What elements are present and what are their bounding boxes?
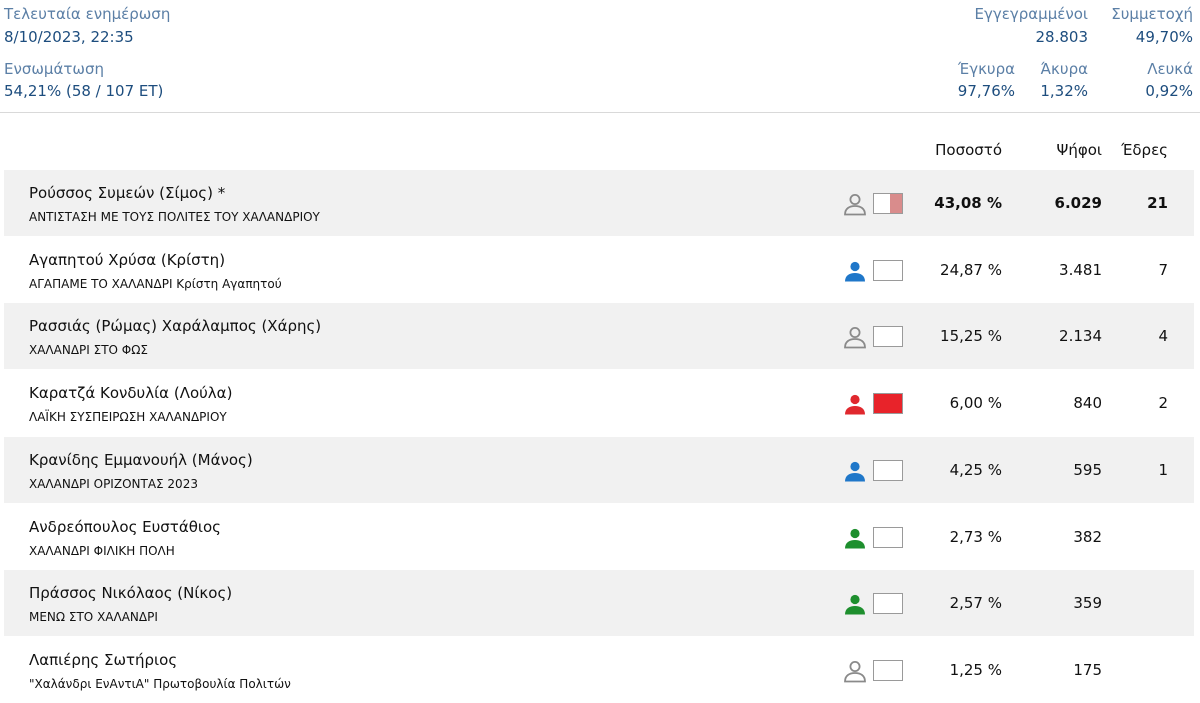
person-icon: [844, 327, 866, 349]
invalid-value: 1,32%: [1040, 82, 1088, 100]
table-row[interactable]: Κρανίδης Εμμανουήλ (Μάνος) ΧΑΛΑΝΔΡΙ ΟΡΙΖΟ…: [4, 436, 1194, 503]
candidate-name: Πράσσος Νικόλαος (Νίκος): [29, 584, 233, 603]
candidate-name: Ανδρεόπουλος Ευστάθιος: [29, 517, 221, 536]
candidate-percent: 6,00 %: [949, 394, 1002, 413]
candidate-percent: 1,25 %: [949, 660, 1002, 679]
candidate-seats: 2: [1158, 394, 1168, 413]
party-name: ΧΑΛΑΝΔΡΙ ΦΙΛΙΚΗ ΠΟΛΗ: [29, 543, 175, 558]
person-icon: [844, 194, 866, 216]
col-seats-header: Έδρες: [1121, 141, 1168, 159]
candidate-name: Αγαπητού Χρύσα (Κρίστη): [29, 250, 226, 269]
candidate-name: Ρασσιάς (Ρώμας) Χαράλαμπος (Χάρης): [29, 317, 322, 336]
person-icon: [844, 660, 866, 683]
candidate-votes: 2.134: [1059, 327, 1102, 346]
table-row[interactable]: Αγαπητού Χρύσα (Κρίστη) ΑΓΑΠΑΜΕ ΤΟ ΧΑΛΑΝΔ…: [4, 237, 1194, 303]
candidate-name: Κρανίδης Εμμανουήλ (Μάνος): [29, 450, 253, 469]
person-icon: [845, 394, 865, 415]
candidate-percent: 24,87 %: [940, 260, 1002, 279]
candidate-votes: 6.029: [1054, 194, 1102, 212]
col-percent-header: Ποσοστό: [935, 141, 1002, 159]
party-name: ΧΑΛΑΝΔΡΙ ΟΡΙΖΟΝΤΑΣ 2023: [29, 476, 198, 491]
table-row[interactable]: Ρούσσος Συμεών (Σίμος) * ΑΝΤΙΣΤΑΣΗ ΜΕ ΤΟΥ…: [4, 170, 1194, 236]
header-divider: [0, 112, 1200, 113]
person-icon: [845, 261, 865, 282]
table-row[interactable]: Καρατζά Κονδυλία (Λούλα) ΛΑΪΚΗ ΣΥΣΠΕΙΡΩΣΗ…: [4, 370, 1194, 436]
valid-label: Έγκυρα: [958, 60, 1015, 78]
candidate-votes: 595: [1073, 460, 1102, 479]
party-name: ΛΑΪΚΗ ΣΥΣΠΕΙΡΩΣΗ ΧΑΛΑΝΔΡΙΟΥ: [29, 410, 227, 425]
person-icon: [845, 528, 865, 548]
table-row[interactable]: Ανδρεόπουλος Ευστάθιος ΧΑΛΑΝΔΡΙ ΦΙΛΙΚΗ ΠΟ…: [4, 504, 1194, 570]
integration-label: Ενσωμάτωση: [4, 60, 104, 78]
candidate-percent: 2,73 %: [949, 527, 1002, 546]
candidate-votes: 382: [1073, 527, 1102, 546]
candidate-percent: 4,25 %: [949, 460, 1002, 479]
last-update-label: Τελευταία ενημέρωση: [4, 5, 171, 23]
candidate-name: Λαπιέρης Σωτήριος: [29, 650, 178, 669]
candidate-seats: 4: [1158, 327, 1168, 346]
candidate-percent: 2,57 %: [949, 594, 1002, 613]
party-name: ΑΓΑΠΑΜΕ ΤΟ ΧΑΛΑΝΔΡΙ Κρίστη Αγαπητού: [29, 276, 282, 291]
registered-label: Εγγεγραμμένοι: [974, 5, 1088, 23]
integration-value: 54,21% (58 / 107 ΕΤ): [4, 82, 164, 100]
candidate-seats: 21: [1147, 194, 1168, 212]
turnout-value: 49,70%: [1135, 28, 1193, 46]
candidate-votes: 840: [1073, 394, 1102, 413]
last-update-value: 8/10/2023, 22:35: [4, 28, 134, 46]
person-icon: [845, 461, 865, 482]
table-row[interactable]: Ρασσιάς (Ρώμας) Χαράλαμπος (Χάρης) ΧΑΛΑΝΔ…: [4, 303, 1194, 370]
party-name: ΜΕΝΩ ΣΤΟ ΧΑΛΑΝΔΡΙ: [29, 610, 158, 625]
person-icon: [845, 595, 865, 615]
table-row[interactable]: Πράσσος Νικόλαος (Νίκος) ΜΕΝΩ ΣΤΟ ΧΑΛΑΝΔΡ…: [4, 570, 1194, 637]
invalid-label: Άκυρα: [1040, 60, 1088, 78]
col-votes-header: Ψήφοι: [1056, 141, 1102, 159]
candidate-name: Καρατζά Κονδυλία (Λούλα): [29, 384, 233, 403]
candidate-percent: 15,25 %: [940, 327, 1002, 346]
turnout-label: Συμμετοχή: [1111, 5, 1193, 23]
candidate-seats: 7: [1158, 260, 1168, 279]
party-name: ΧΑΛΑΝΔΡΙ ΣΤΟ ΦΩΣ: [29, 343, 148, 358]
party-name: "Χαλάνδρι ΕνΑντιΑ" Πρωτοβουλία Πολιτών: [29, 676, 291, 691]
candidate-votes: 359: [1073, 594, 1102, 613]
blank-label: Λευκά: [1147, 60, 1193, 78]
party-name: ΑΝΤΙΣΤΑΣΗ ΜΕ ΤΟΥΣ ΠΟΛΙΤΕΣ ΤΟΥ ΧΑΛΑΝΔΡΙΟΥ: [29, 210, 320, 224]
candidate-votes: 3.481: [1059, 260, 1102, 279]
candidate-votes: 175: [1073, 660, 1102, 679]
blank-value: 0,92%: [1145, 82, 1193, 100]
candidate-percent: 43,08 %: [934, 194, 1002, 212]
table-row[interactable]: Λαπιέρης Σωτήριος "Χαλάνδρι ΕνΑντιΑ" Πρωτ…: [4, 637, 1194, 703]
candidate-seats: 1: [1158, 460, 1168, 479]
candidate-name: Ρούσσος Συμεών (Σίμος) *: [29, 184, 226, 202]
valid-value: 97,76%: [957, 82, 1015, 100]
registered-value: 28.803: [1035, 28, 1089, 46]
